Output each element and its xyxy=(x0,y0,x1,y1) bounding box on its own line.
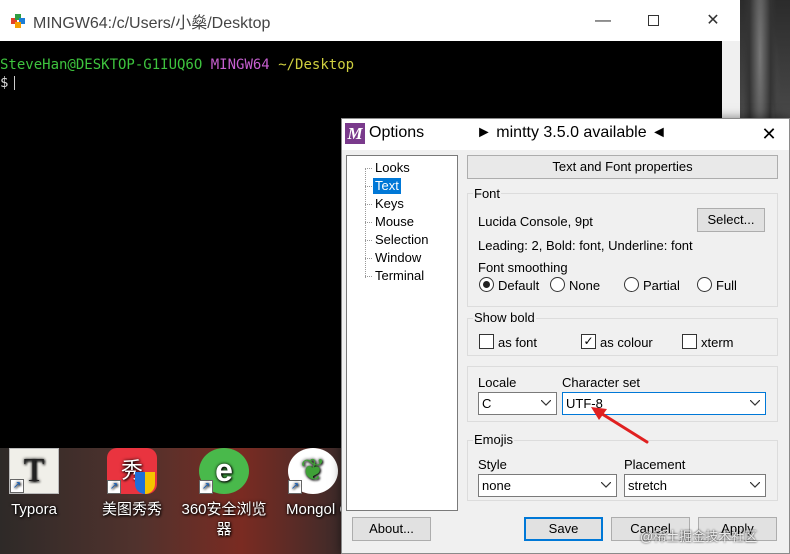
command-line[interactable]: $ xyxy=(0,74,722,92)
desktop-icon-mongodb-compass[interactable]: ❦↗ Mongol Compa xyxy=(274,448,344,520)
smoothing-default-radio[interactable] xyxy=(479,277,494,292)
desktop-icon-label: Mongol Compa xyxy=(286,501,344,518)
mintty-logo-icon: M xyxy=(345,123,365,144)
uac-shield-icon xyxy=(135,472,155,494)
font-smoothing-label: Font smoothing xyxy=(478,260,568,275)
tree-item-mouse[interactable]: Mouse xyxy=(373,214,416,230)
smoothing-none-label[interactable]: None xyxy=(569,278,600,294)
prompt-symbol: $ xyxy=(0,75,9,91)
smoothing-partial-label[interactable]: Partial xyxy=(643,278,680,294)
dialog-close-button[interactable]: ✕ xyxy=(750,119,788,149)
tree-connector xyxy=(365,276,372,277)
current-font: Lucida Console, 9pt xyxy=(478,214,593,229)
smoothing-full-radio[interactable] xyxy=(697,277,712,292)
bold-xterm-checkbox[interactable] xyxy=(682,334,697,349)
git-logo-icon xyxy=(11,13,25,28)
bold-as-font-checkbox[interactable] xyxy=(479,334,494,349)
emojis-group-label: Emojis xyxy=(473,432,515,447)
smoothing-full-label[interactable]: Full xyxy=(716,278,737,294)
maximize-button[interactable] xyxy=(630,0,676,41)
mongodb-leaf-icon: ❦ ↗ xyxy=(288,448,338,494)
close-button[interactable]: ✕ xyxy=(690,0,736,41)
text-cursor xyxy=(14,76,16,90)
bold-as-font-label[interactable]: as font xyxy=(498,335,537,351)
font-details: Leading: 2, Bold: font, Underline: font xyxy=(478,238,693,253)
save-button[interactable]: Save xyxy=(524,517,603,541)
tree-connector xyxy=(365,168,366,278)
emoji-style-label: Style xyxy=(478,457,507,472)
shortcut-arrow-icon: ↗ xyxy=(199,480,213,494)
tree-connector xyxy=(365,204,372,205)
tree-connector xyxy=(365,186,372,187)
emoji-style-select[interactable]: none xyxy=(478,474,617,497)
emoji-style-value: none xyxy=(482,478,511,493)
tree-connector xyxy=(365,258,372,259)
shortcut-arrow-icon: ↗ xyxy=(10,479,24,493)
tree-item-terminal[interactable]: Terminal xyxy=(373,268,426,284)
desktop-icon-label: Typora xyxy=(11,501,57,518)
locale-select[interactable]: C xyxy=(478,392,557,415)
about-button[interactable]: About... xyxy=(352,517,431,541)
tree-item-keys[interactable]: Keys xyxy=(373,196,406,212)
chevron-down-icon xyxy=(750,475,760,488)
font-group-label: Font xyxy=(473,186,502,201)
update-notice[interactable]: ► mintty 3.5.0 available ◄ xyxy=(476,124,667,142)
options-dialog[interactable]: M Options ► mintty 3.5.0 available ◄ ✕ L… xyxy=(341,118,790,554)
minimize-button[interactable]: — xyxy=(580,0,626,41)
terminal-titlebar[interactable]: MINGW64:/c/Users/小燊/Desktop — ✕ xyxy=(0,0,740,41)
bold-xterm-label[interactable]: xterm xyxy=(701,335,734,351)
dialog-title: Options xyxy=(369,124,425,141)
terminal-title: MINGW64:/c/Users/小燊/Desktop xyxy=(33,14,271,32)
prompt-env: MINGW64 xyxy=(210,57,270,73)
chevron-down-icon xyxy=(601,475,611,488)
charset-label: Character set xyxy=(562,375,641,390)
category-tree[interactable]: Looks Text Keys Mouse Selection Window T… xyxy=(346,155,458,511)
meitu-app-icon: 秀 ↗ xyxy=(107,448,157,494)
chevron-down-icon xyxy=(541,393,551,406)
browser-360-icon: e ↗ xyxy=(199,448,249,494)
bold-as-colour-label[interactable]: as colour xyxy=(600,335,653,351)
tree-item-selection[interactable]: Selection xyxy=(373,232,430,248)
watermark-text: @稀土掘金技术社区 xyxy=(640,529,758,544)
tree-connector xyxy=(365,240,372,241)
desktop-icon-label: 360安全浏览器 xyxy=(181,501,267,538)
smoothing-none-radio[interactable] xyxy=(550,277,565,292)
dialog-titlebar[interactable]: M Options ► mintty 3.5.0 available ◄ ✕ xyxy=(342,119,789,150)
shortcut-arrow-icon: ↗ xyxy=(288,480,302,494)
tree-connector xyxy=(365,222,372,223)
maximize-icon xyxy=(647,15,659,27)
smoothing-partial-radio[interactable] xyxy=(624,277,639,292)
locale-label: Locale xyxy=(478,375,517,390)
desktop-icon-meitu[interactable]: 秀 ↗ 美图秀秀 xyxy=(86,448,178,520)
tree-connector xyxy=(365,168,372,169)
tree-item-text[interactable]: Text xyxy=(373,178,401,194)
page-header: Text and Font properties xyxy=(467,155,778,179)
annotation-arrow xyxy=(591,407,649,444)
prompt-user: SteveHan@DESKTOP-G1IUQ6O xyxy=(0,57,203,73)
locale-value: C xyxy=(482,396,492,411)
tree-item-window[interactable]: Window xyxy=(373,250,423,266)
emoji-placement-value: stretch xyxy=(628,478,668,493)
show-bold-group-label: Show bold xyxy=(473,310,536,325)
tree-item-looks[interactable]: Looks xyxy=(373,160,412,176)
smoothing-default-label[interactable]: Default xyxy=(498,278,539,294)
typora-app-icon: T ↗ xyxy=(9,448,59,494)
desktop-icon-label: 美图秀秀 xyxy=(101,501,162,518)
prompt-directory: ~/Desktop xyxy=(278,57,355,73)
bold-as-colour-checkbox[interactable]: ✓ xyxy=(581,334,596,349)
desktop-icon-360-browser[interactable]: e ↗ 360安全浏览器 xyxy=(178,448,270,540)
shortcut-arrow-icon: ↗ xyxy=(107,480,121,494)
prompt-line: SteveHan@DESKTOP-G1IUQ6O MINGW64 ~/Deskt… xyxy=(0,56,722,74)
emoji-placement-select[interactable]: stretch xyxy=(624,474,766,497)
desktop-icon-typora[interactable]: T ↗ Typora xyxy=(0,448,80,520)
select-font-button[interactable]: Select... xyxy=(697,208,765,232)
emoji-placement-label: Placement xyxy=(624,457,686,472)
chevron-down-icon xyxy=(750,393,760,406)
